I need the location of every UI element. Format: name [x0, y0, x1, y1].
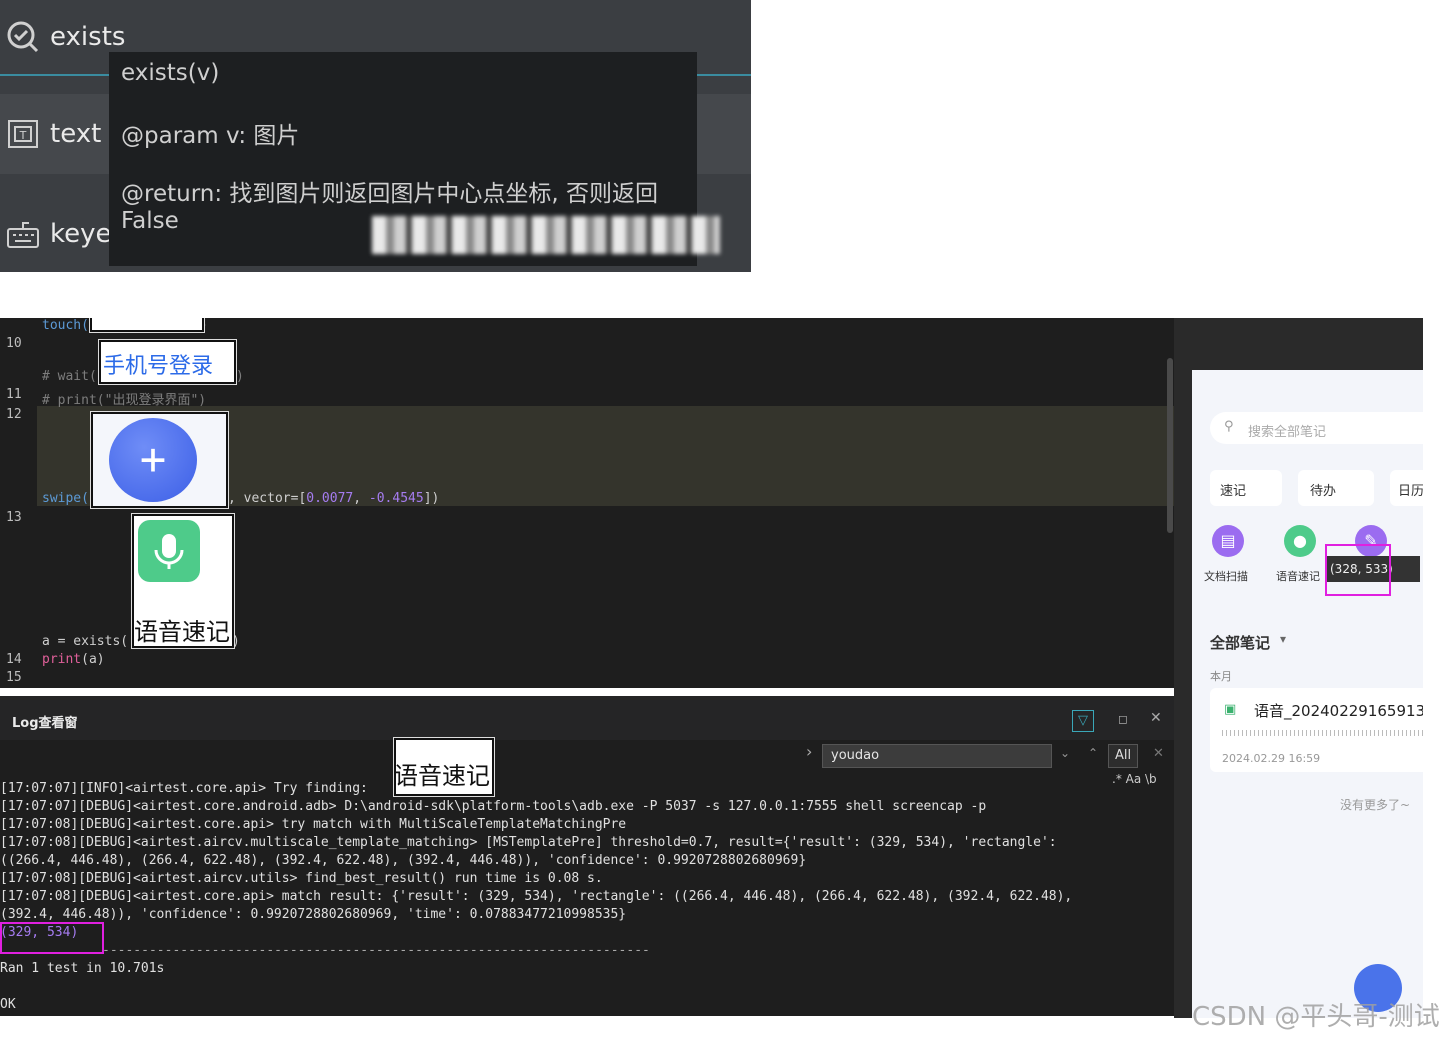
search-icon: ⚲: [1224, 419, 1234, 434]
tooltip-return: @return: 找到图片则返回图片中心点坐标, 否则返回: [121, 181, 659, 207]
code-swipe-call: swipe(: [42, 491, 89, 506]
find-input-value: youdao: [831, 748, 880, 763]
log-separator: ----------------------------------------…: [102, 943, 650, 958]
tooltip-signature: exists(v): [121, 60, 220, 86]
line-number: 11: [6, 387, 22, 402]
template-thumbnail-login[interactable]: 手机号登录: [99, 340, 236, 384]
thumbnail-text: 手机号登录: [103, 354, 214, 379]
tooltip-param: @param v: 图片: [121, 123, 300, 149]
log-line: ((266.4, 446.48), (266.4, 622.48), (392.…: [0, 853, 807, 868]
find-options[interactable]: .* Aa \b: [1112, 772, 1157, 786]
find-input[interactable]: youdao: [822, 744, 1052, 768]
thumbnail-text: 语音速记: [134, 618, 230, 646]
find-close-icon[interactable]: ✕: [1153, 746, 1164, 761]
tab-quick-note[interactable]: 速记: [1210, 470, 1282, 506]
note-date: 2024.02.29 16:59: [1222, 752, 1321, 765]
api-autocomplete-panel: exists T text keye exists(v) @param v: 图…: [0, 0, 751, 272]
plus-icon: +: [109, 418, 197, 502]
result-highlight-box: [0, 922, 104, 954]
blurred-region: [372, 216, 720, 254]
device-panel-gutter: [1174, 318, 1192, 1018]
log-line: [17:07:08][DEBUG]<airtest.core.api> matc…: [0, 889, 1073, 904]
section-title[interactable]: 全部笔记: [1210, 632, 1270, 653]
line-number: 12: [6, 407, 22, 422]
match-highlight-box: [1325, 544, 1391, 596]
api-item-label: keye: [50, 219, 112, 249]
search-bar[interactable]: ⚲ 搜索全部笔记: [1210, 412, 1423, 444]
caret-down-icon[interactable]: ▾: [1280, 632, 1286, 646]
template-thumbnail[interactable]: [90, 318, 204, 332]
log-line: [17:07:08][DEBUG]<airtest.core.api> try …: [0, 817, 627, 832]
log-title: Log查看窗: [12, 716, 78, 731]
code-paren: ): [236, 369, 244, 384]
api-item-label: text: [50, 119, 102, 149]
close-icon[interactable]: ✕: [1150, 710, 1162, 726]
code-touch-call: touch(: [42, 318, 89, 333]
log-line: [17:07:07][INFO]<airtest.core.api> Try f…: [0, 781, 368, 796]
log-line: [17:07:08][DEBUG]<airtest.aircv.multisca…: [0, 835, 1057, 850]
scan-icon[interactable]: ▤: [1212, 525, 1244, 557]
code-print-call: print(a): [42, 652, 105, 667]
line-number: 13: [6, 510, 22, 525]
code-comment-wait: # wait(: [42, 369, 97, 384]
tab-calendar[interactable]: 日历: [1390, 470, 1423, 506]
float-window-icon[interactable]: ◻: [1118, 712, 1128, 726]
waveform: [1222, 730, 1423, 736]
note-title: 语音_20240229165913.: [1254, 702, 1423, 720]
log-line: Ran 1 test in 10.701s: [0, 961, 165, 976]
device-toolbar: [1174, 318, 1423, 370]
code-exists-call: a = exists(: [42, 634, 129, 649]
find-all-button[interactable]: All: [1108, 744, 1138, 768]
keyboard-icon: [6, 217, 40, 251]
code-swipe-args: , vector=[0.0077, -0.4545]): [228, 491, 440, 506]
code-comment-print: # print("出现登录界面"): [42, 393, 207, 408]
microphone-icon[interactable]: ●: [1284, 525, 1316, 557]
log-line: OK: [0, 997, 16, 1012]
chevron-down-icon[interactable]: ⌄: [1060, 746, 1070, 760]
api-item-label: exists: [50, 22, 126, 52]
code-editor[interactable]: 10 11 12 13 14 15 touch( ) # wait( ) 手机号…: [0, 318, 1174, 688]
magnifier-check-icon: [6, 20, 40, 54]
thumbnail-text: 语音速记: [394, 762, 490, 790]
log-template-thumbnail: 语音速记: [394, 738, 494, 796]
tab-todo[interactable]: 待办: [1298, 470, 1374, 506]
chevron-right-icon[interactable]: ›: [806, 742, 812, 761]
log-line: (392.4, 446.48)), 'confidence': 0.992072…: [0, 907, 627, 922]
line-number: 10: [6, 336, 22, 351]
editor-scrollbar[interactable]: [1167, 358, 1173, 533]
search-placeholder: 搜索全部笔记: [1248, 425, 1327, 440]
line-number: 15: [6, 670, 22, 685]
quick-action-label: 文档扫描: [1204, 570, 1248, 583]
microphone-icon: [138, 520, 200, 582]
template-thumbnail-add[interactable]: +: [91, 412, 228, 508]
log-header: Log查看窗 ▽ ◻ ✕: [0, 696, 1174, 740]
log-line: [17:07:08][DEBUG]<airtest.aircv.utils> f…: [0, 871, 603, 886]
month-label: 本月: [1210, 670, 1232, 683]
quick-action-label: 语音速记: [1276, 570, 1320, 583]
log-viewer: Log查看窗 ▽ ◻ ✕ › youdao ⌄ ⌃ All ✕ .* Aa \b…: [0, 696, 1174, 1016]
device-screen[interactable]: ⚲ 搜索全部笔记 速记 待办 日历 ▤ 文档扫描 ● 语音速记 ✎ 全部笔记 ▾…: [1192, 370, 1423, 1018]
log-line: [17:07:07][DEBUG]<airtest.core.android.a…: [0, 799, 987, 814]
no-more-label: 没有更多了~: [1340, 798, 1411, 812]
template-thumbnail-voice[interactable]: 语音速记: [132, 514, 234, 648]
chevron-up-icon[interactable]: ⌃: [1088, 746, 1098, 760]
line-number: 14: [6, 652, 22, 667]
note-card[interactable]: ▣ 语音_20240229165913. 2024.02.29 16:59: [1210, 688, 1423, 772]
text-box-icon: T: [6, 117, 40, 151]
svg-text:T: T: [19, 129, 27, 142]
file-icon: ▣: [1224, 702, 1237, 717]
tooltip-return-value: False: [121, 208, 179, 234]
watermark: CSDN @平头哥-测试: [1192, 1002, 1440, 1032]
filter-icon[interactable]: ▽: [1072, 710, 1094, 732]
